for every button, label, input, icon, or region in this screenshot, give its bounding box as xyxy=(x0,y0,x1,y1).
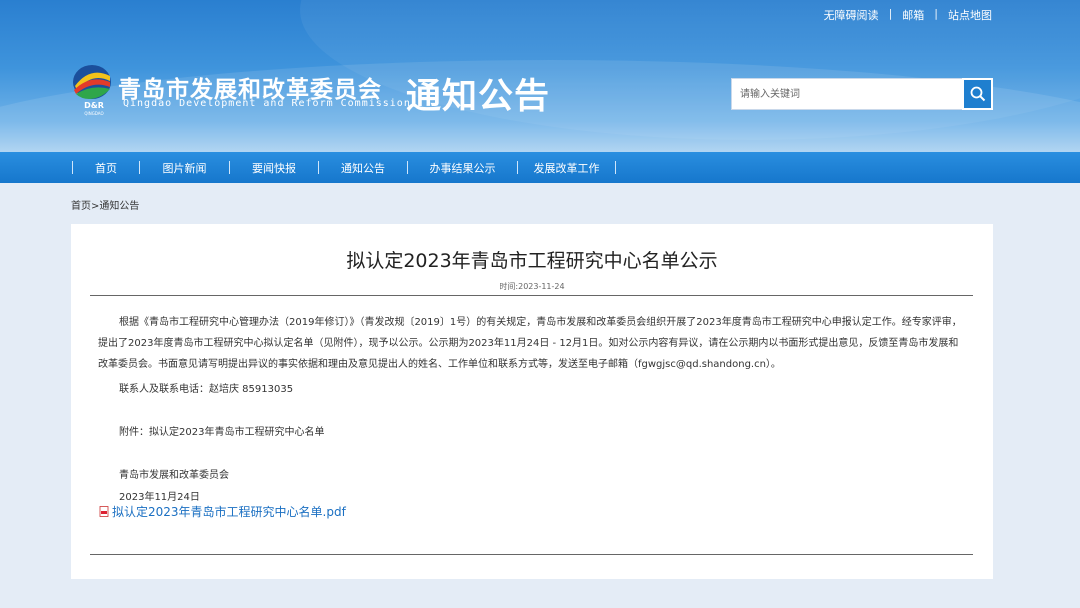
logo-mark-top: D&R xyxy=(84,101,104,110)
nav-item-results[interactable]: 办事结果公示 xyxy=(408,152,517,183)
nav-item-home[interactable]: 首页 xyxy=(73,152,139,183)
nav-item-notices[interactable]: 通知公告 xyxy=(319,152,407,183)
pdf-attachment-link[interactable]: 拟认定2023年青岛市工程研究中心名单.pdf xyxy=(99,503,346,520)
nav-divider xyxy=(615,161,616,174)
attachment-line: 附件：拟认定2023年青岛市工程研究中心名单 xyxy=(119,427,325,438)
contact-line: 联系人及联系电话：赵培庆 85913035 xyxy=(119,384,294,395)
article-paragraph: 根据《青岛市工程研究中心管理办法（2019年修订）》（青发改规〔2019〕1号）… xyxy=(98,312,968,375)
divider xyxy=(90,295,973,296)
divider xyxy=(90,554,973,555)
sitemap-link[interactable]: 站点地图 xyxy=(948,7,992,23)
top-links: 无障碍阅读 | 邮箱 | 站点地图 xyxy=(824,7,992,23)
breadcrumb-current[interactable]: 通知公告 xyxy=(99,201,139,212)
pdf-link-text[interactable]: 拟认定2023年青岛市工程研究中心名单.pdf xyxy=(112,503,346,520)
nav-label: 要闻快报 xyxy=(252,161,296,175)
breadcrumb: 首页>通知公告 xyxy=(71,197,139,212)
section-title: 通知公告 xyxy=(406,77,551,117)
date-line: 2023年11月24日 xyxy=(119,492,200,503)
search-button[interactable] xyxy=(962,78,993,110)
separator: | xyxy=(934,7,938,20)
search-box xyxy=(731,78,993,110)
separator: | xyxy=(888,7,893,20)
accessible-reading-link[interactable]: 无障碍阅读 xyxy=(824,7,879,23)
search-input[interactable] xyxy=(731,78,962,110)
pdf-icon xyxy=(99,506,109,517)
nav-label: 通知公告 xyxy=(341,161,385,175)
main-nav: 首页 图片新闻 要闻快报 通知公告 办事结果公示 发展改革工作 xyxy=(0,152,1080,183)
nav-label: 发展改革工作 xyxy=(533,161,600,175)
paragraph-text: 根据《青岛市工程研究中心管理办法（2019年修订）》（青发改规〔2019〕1号）… xyxy=(98,317,962,370)
mail-link[interactable]: 邮箱 xyxy=(902,7,924,23)
article-card: 拟认定2023年青岛市工程研究中心名单公示 时间:2023-11-24 根据《青… xyxy=(71,224,993,579)
logo-mark-bottom: QINGDAO xyxy=(84,111,103,116)
article-time: 时间:2023-11-24 xyxy=(499,282,565,291)
signature-line: 青岛市发展和改革委员会 xyxy=(119,470,229,481)
nav-label: 首页 xyxy=(95,161,117,175)
nav-item-news-flash[interactable]: 要闻快报 xyxy=(230,152,318,183)
header-banner: 无障碍阅读 | 邮箱 | 站点地图 D&R QINGDAO 青岛市发展和改革委员… xyxy=(0,0,1080,152)
nav-item-photo-news[interactable]: 图片新闻 xyxy=(140,152,229,183)
nav-label: 办事结果公示 xyxy=(429,161,496,175)
nav-item-reform-work[interactable]: 发展改革工作 xyxy=(518,152,615,183)
site-name-en: Qingdao Development and Reform Commissio… xyxy=(123,98,411,109)
commission-logo[interactable]: D&R QINGDAO xyxy=(72,62,116,116)
nav-label: 图片新闻 xyxy=(162,161,207,175)
article-title: 拟认定2023年青岛市工程研究中心名单公示 xyxy=(346,250,718,272)
breadcrumb-home[interactable]: 首页 xyxy=(71,201,91,212)
search-icon xyxy=(970,86,985,102)
